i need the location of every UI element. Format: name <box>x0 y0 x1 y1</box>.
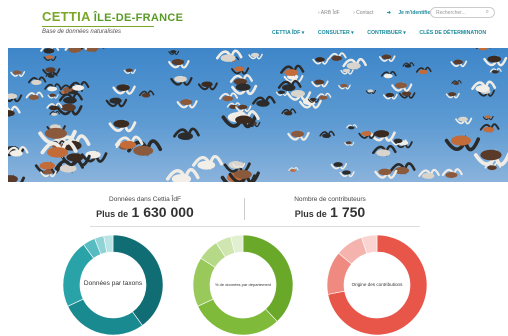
stat-data-prefix: Plus de <box>96 209 129 219</box>
stat-contrib-label: Nombre de contributeurs <box>294 196 366 203</box>
logo-region: ÎLE-DE-FRANCE <box>93 12 184 24</box>
search-input[interactable]: Rechercher... ⌕ <box>430 7 495 18</box>
login-icon: ➔ <box>386 10 391 16</box>
main-nav: CETTIA ÎDF ▾ CONSULTER ▾ CONTRIBUER ▾ CL… <box>272 30 498 36</box>
nav-cettia[interactable]: CETTIA ÎDF ▾ <box>272 30 304 36</box>
donut-origine-label: Origine des contributions <box>351 282 403 287</box>
stat-data-value: 1 630 000 <box>131 204 194 220</box>
stat-data-label: Données dans Cettia ÎdF <box>109 196 181 203</box>
donut-slice[interactable] <box>67 298 143 336</box>
contact-link[interactable]: › Contact <box>353 10 379 16</box>
stats-underline <box>90 226 420 227</box>
arb-link[interactable]: › ARB ÎdF <box>318 10 346 16</box>
search-icon[interactable]: ⌕ <box>486 9 489 16</box>
donut-slice[interactable] <box>242 234 294 322</box>
stat-contrib-value: 1 750 <box>330 204 366 220</box>
nav-consulter[interactable]: CONSULTER ▾ <box>318 30 354 36</box>
stat-data-count: Données dans Cettia ÎdF Plus de 1 630 00… <box>60 196 230 220</box>
logo-underline <box>42 26 154 27</box>
stat-contributors: Nombre de contributeurs Plus de 1 750 <box>255 196 405 220</box>
logo-name: CETTIA <box>42 9 91 24</box>
nav-contribuer[interactable]: CONTRIBUER ▾ <box>367 30 406 36</box>
donut-slice[interactable] <box>197 298 278 336</box>
login-link[interactable]: ➔ Je m'identifie <box>387 10 436 16</box>
nav-cles[interactable]: CLÉS DE DÉTERMINATION <box>419 30 486 36</box>
hero-banner-birds <box>8 48 508 182</box>
site-logo[interactable]: CETTIA ÎLE-DE-FRANCE Base de données natu… <box>42 9 183 35</box>
donut-slice[interactable] <box>62 244 95 307</box>
stats-divider <box>244 198 245 220</box>
site-header: CETTIA ÎLE-DE-FRANCE Base de données natu… <box>0 0 508 48</box>
donut-departements-label: % de données par département <box>214 282 272 287</box>
stat-contrib-prefix: Plus de <box>294 209 327 219</box>
logo-subtitle: Base de données naturalistes <box>42 29 122 35</box>
donut-taxons-label: Données par taxons <box>83 280 143 287</box>
top-links: › ARB ÎdF › Contact ➔ Je m'identifie <box>318 10 442 16</box>
